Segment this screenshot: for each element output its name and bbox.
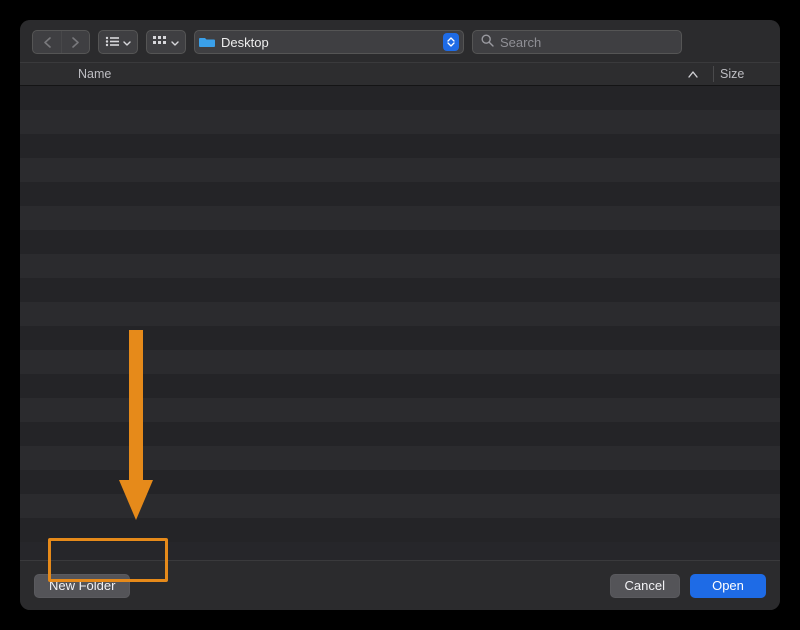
view-list-button[interactable]: [98, 30, 138, 54]
list-row: [20, 470, 780, 494]
list-row: [20, 518, 780, 542]
list-icon: [105, 35, 119, 50]
new-folder-button[interactable]: New Folder: [34, 574, 130, 598]
location-popup[interactable]: Desktop: [194, 30, 464, 54]
list-row: [20, 110, 780, 134]
list-row: [20, 182, 780, 206]
updown-icon: [443, 33, 459, 51]
list-row: [20, 278, 780, 302]
column-name[interactable]: Name: [78, 67, 679, 81]
column-divider: [713, 66, 714, 82]
list-row: [20, 158, 780, 182]
list-row: [20, 86, 780, 110]
list-row: [20, 254, 780, 278]
list-row: [20, 374, 780, 398]
toolbar: Desktop: [20, 20, 780, 62]
forward-button[interactable]: [61, 31, 89, 53]
column-size[interactable]: Size: [720, 67, 780, 81]
grid-icon: [153, 35, 167, 50]
list-row: [20, 230, 780, 254]
list-row: [20, 302, 780, 326]
list-row: [20, 398, 780, 422]
column-header: Name Size: [20, 62, 780, 86]
search-input[interactable]: [500, 35, 673, 50]
open-dialog: Desktop Name Size: [20, 20, 780, 610]
footer: New Folder Cancel Open: [20, 560, 780, 610]
cancel-button[interactable]: Cancel: [610, 574, 680, 598]
list-row: [20, 206, 780, 230]
chevron-down-icon: [171, 35, 179, 50]
folder-icon: [199, 36, 215, 48]
group-button[interactable]: [146, 30, 186, 54]
open-button[interactable]: Open: [690, 574, 766, 598]
list-row: [20, 350, 780, 374]
list-row: [20, 326, 780, 350]
list-row: [20, 422, 780, 446]
nav-back-forward-group: [32, 30, 90, 54]
sort-ascending-icon[interactable]: [679, 71, 707, 78]
chevron-down-icon: [123, 35, 131, 50]
location-label: Desktop: [221, 35, 439, 50]
search-icon: [481, 34, 494, 50]
list-row: [20, 446, 780, 470]
file-list[interactable]: [20, 86, 780, 560]
back-button[interactable]: [33, 31, 61, 53]
list-row: [20, 134, 780, 158]
list-row: [20, 494, 780, 518]
search-field[interactable]: [472, 30, 682, 54]
